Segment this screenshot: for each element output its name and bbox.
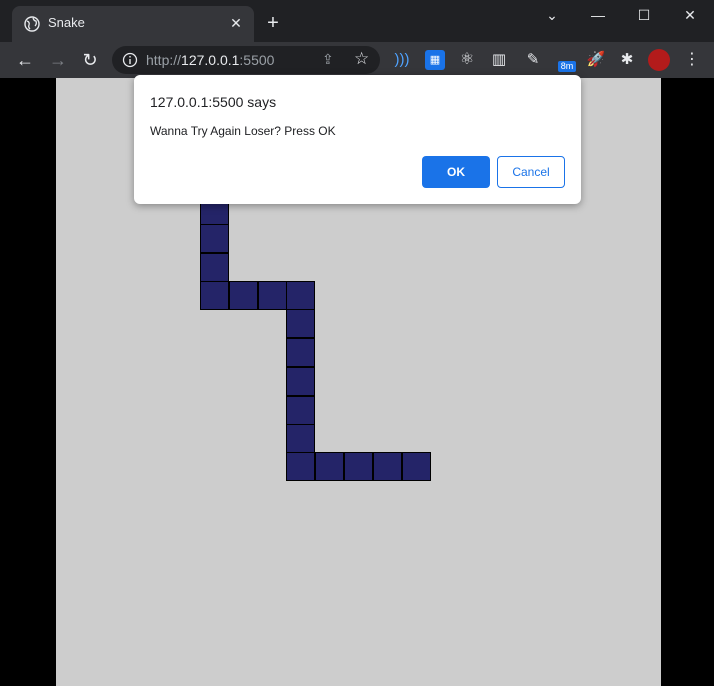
snake-segment xyxy=(344,452,373,481)
window-close-button[interactable]: ✕ xyxy=(676,6,704,24)
share-icon[interactable]: ⇪ xyxy=(322,51,334,68)
minimize-button[interactable]: — xyxy=(584,6,612,24)
tab-title: Snake xyxy=(48,15,85,30)
dialog-title: 127.0.0.1:5500 says xyxy=(150,94,277,110)
react-devtools-icon[interactable]: ⚛ xyxy=(457,50,477,70)
cancel-button[interactable]: Cancel xyxy=(497,156,565,188)
snake-segment xyxy=(200,253,229,282)
timer-extension-icon[interactable]: 8m xyxy=(556,50,576,72)
info-icon[interactable] xyxy=(122,52,138,68)
url-host: 127.0.0.1 xyxy=(181,52,240,68)
pen-extension-icon[interactable]: ✎ xyxy=(523,50,543,70)
snake-segment xyxy=(200,224,229,253)
puzzle-extensions-icon[interactable]: ✱ xyxy=(617,50,637,70)
snake-segment xyxy=(258,281,287,310)
tab-search-icon[interactable]: ⌄ xyxy=(538,6,566,24)
snake-segment xyxy=(200,281,229,310)
extension-chart-icon[interactable]: ▦ xyxy=(425,50,445,70)
address-bar[interactable]: http://127.0.0.1:5500 ⇪ ☆ xyxy=(112,46,380,74)
snake-segment xyxy=(286,367,315,396)
tab-strip: Snake ✕ + ⌄ — ☐ ✕ xyxy=(0,0,714,42)
snake-segment xyxy=(315,452,344,481)
snake-segment xyxy=(229,281,258,310)
browser-toolbar: ← → ↻ http://127.0.0.1:5500 ⇪ ☆ ))) ▦ ⚛ … xyxy=(0,42,714,78)
reload-icon[interactable]: ↻ xyxy=(79,49,101,71)
snake-segment xyxy=(402,452,431,481)
page-margin-right xyxy=(661,78,714,686)
new-tab-button[interactable]: + xyxy=(262,12,284,34)
url-text[interactable]: http://127.0.0.1:5500 xyxy=(146,52,274,68)
url-port: :5500 xyxy=(239,52,275,68)
maximize-button[interactable]: ☐ xyxy=(630,6,658,24)
timer-badge: 8m xyxy=(558,61,576,72)
bookmark-star-icon[interactable]: ☆ xyxy=(354,49,369,69)
snake-segment xyxy=(286,281,315,310)
snake-segment xyxy=(373,452,402,481)
tab-close-icon[interactable]: ✕ xyxy=(228,15,244,31)
rocket-icon[interactable]: 🚀 xyxy=(586,50,606,70)
page-margin-left xyxy=(0,78,56,686)
snake-segment xyxy=(286,424,315,453)
tab-snake[interactable]: Snake ✕ xyxy=(12,6,254,42)
forward-arrow-icon[interactable]: → xyxy=(47,49,69,71)
menu-kebab-icon[interactable]: ⋮ xyxy=(682,50,702,70)
globe-icon xyxy=(24,16,40,32)
snake-segment xyxy=(286,338,315,367)
url-scheme: http:// xyxy=(146,52,182,68)
profile-avatar[interactable] xyxy=(648,49,670,71)
snake-segment xyxy=(286,452,315,481)
back-arrow-icon[interactable]: ← xyxy=(14,49,36,71)
ok-button[interactable]: OK xyxy=(422,156,490,188)
alert-dialog: 127.0.0.1:5500 says Wanna Try Again Lose… xyxy=(134,75,581,204)
snake-segment xyxy=(286,396,315,425)
reader-book-icon[interactable]: ▥ xyxy=(489,50,509,70)
dialog-message: Wanna Try Again Loser? Press OK xyxy=(150,124,336,138)
extension-wave-icon[interactable]: ))) xyxy=(392,50,412,70)
snake-segment xyxy=(286,309,315,338)
